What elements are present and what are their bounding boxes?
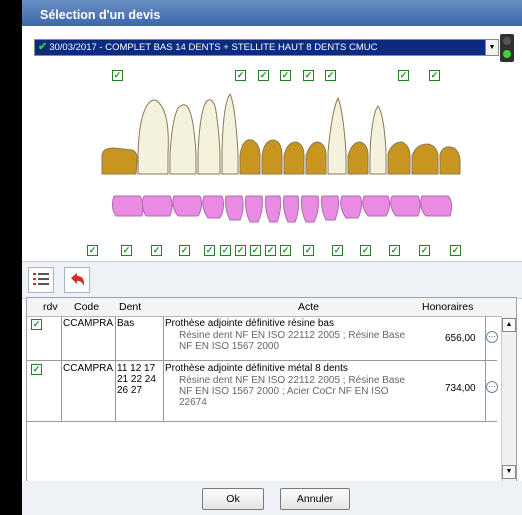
tooth-checkbox-lower-15[interactable]: ✓	[419, 245, 430, 256]
tooth-checkbox-upper-8[interactable]: ✓	[429, 70, 440, 81]
tooth-34	[362, 195, 391, 217]
dialog-footer: Ok Annuler	[22, 481, 522, 515]
tooth-checkbox-lower-11[interactable]: ✓	[303, 245, 314, 256]
row-honoraires: 734,00	[445, 383, 476, 394]
tooth-checkbox-lower-2[interactable]: ✓	[121, 245, 132, 256]
tooth-checkbox-lower-5[interactable]: ✓	[204, 245, 215, 256]
more-options-icon[interactable]: ···	[486, 381, 498, 393]
tooth-33	[340, 195, 363, 219]
tooth-25	[387, 141, 411, 175]
tooth-11	[283, 141, 305, 175]
tooth-checkbox-lower-10[interactable]: ✓	[280, 245, 291, 256]
devis-select[interactable]: ✔ 30/03/2017 - COMPLET BAS 14 DENTS + STE…	[34, 39, 486, 56]
table-row[interactable]: ✓ CCAMPRA Bas Prothèse adjointe définiti…	[27, 316, 498, 361]
tooth-43	[245, 195, 263, 223]
dialog-body: ✔ 30/03/2017 - COMPLET BAS 14 DENTS + STE…	[22, 26, 522, 515]
check-icon: ✔	[38, 41, 48, 53]
vertical-scrollbar[interactable]: ▲ ▼	[501, 316, 516, 481]
table-row[interactable]: ✓ CCAMPRA 11 12 17 21 22 24 26 27 Prothè…	[27, 361, 498, 422]
tooth-46	[172, 195, 203, 217]
acts-table: rdv Code Dent Acte Honoraires ✓ CCAMPRA …	[26, 297, 517, 482]
table-header: rdv Code Dent Acte Honoraires	[27, 298, 516, 317]
devis-select-value: 30/03/2017 - COMPLET BAS 14 DENTS + STEL…	[49, 42, 378, 53]
tooth-15	[197, 99, 221, 175]
tooth-31	[301, 195, 319, 223]
dropdown-arrow-button[interactable]: ▼	[485, 39, 499, 56]
tooth-23	[347, 141, 369, 175]
upper-jaw	[101, 93, 461, 175]
list-button[interactable]	[28, 267, 54, 293]
undo-button[interactable]	[64, 267, 90, 293]
tooth-checkbox-lower-8[interactable]: ✓	[250, 245, 261, 256]
tooth-14	[221, 93, 239, 175]
tooth-44	[225, 195, 244, 221]
row-honoraires: 656,00	[445, 333, 476, 344]
header-honoraires: Honoraires	[422, 301, 474, 313]
tooth-checkbox-lower-3[interactable]: ✓	[151, 245, 162, 256]
tooth-17	[137, 99, 169, 175]
tooth-22	[327, 96, 347, 175]
undo-arrow-icon	[71, 273, 85, 286]
scroll-down-button[interactable]: ▼	[502, 465, 516, 479]
header-code: Code	[74, 301, 100, 313]
tooth-12	[261, 139, 283, 175]
row-acte-title: Prothèse adjointe définitive résine bas	[165, 318, 334, 329]
tooth-checkbox-lower-12[interactable]: ✓	[332, 245, 343, 256]
tooth-18	[101, 147, 138, 175]
header-dent: Dent	[119, 301, 142, 313]
toolbar	[22, 261, 522, 299]
tooth-35	[390, 195, 421, 217]
tooth-21	[305, 141, 327, 175]
tooth-16	[169, 104, 197, 175]
header-rdv: rdv	[43, 301, 58, 313]
background-strip	[0, 0, 22, 515]
tooth-48	[111, 195, 144, 217]
tooth-checkbox-lower-1[interactable]: ✓	[87, 245, 98, 256]
list-icon	[33, 273, 49, 285]
row-acte-title: Prothèse adjointe définitive métal 8 den…	[165, 363, 348, 374]
tooth-checkbox-lower-13[interactable]: ✓	[360, 245, 371, 256]
tooth-checkbox-lower-6[interactable]: ✓	[220, 245, 231, 256]
tooth-24	[369, 105, 387, 175]
tooth-41	[283, 195, 300, 223]
tooth-13	[239, 139, 261, 175]
scroll-up-button[interactable]: ▲	[502, 318, 516, 332]
tooth-checkbox-lower-4[interactable]: ✓	[179, 245, 190, 256]
title-bar: Sélection d'un devis	[22, 0, 522, 26]
tooth-checkbox-upper-5[interactable]: ✓	[303, 70, 314, 81]
tooth-36	[420, 195, 453, 217]
row-code: CCAMPRA	[63, 363, 114, 374]
tooth-27	[439, 146, 461, 175]
tooth-checkbox-upper-7[interactable]: ✓	[398, 70, 409, 81]
tooth-checkbox-lower-16[interactable]: ✓	[450, 245, 461, 256]
tooth-checkbox-lower-9[interactable]: ✓	[265, 245, 276, 256]
dental-chart[interactable]	[82, 92, 462, 267]
row-checkbox[interactable]: ✓	[31, 364, 42, 375]
tooth-checkbox-upper-4[interactable]: ✓	[280, 70, 291, 81]
row-code: CCAMPRA	[63, 318, 114, 329]
tooth-26	[411, 143, 439, 175]
tooth-checkbox-upper-6[interactable]: ✓	[325, 70, 336, 81]
row-acte-detail: Résine dent NF EN ISO 22112 2005 ; Résin…	[179, 330, 406, 352]
header-acte: Acte	[298, 301, 320, 313]
traffic-light-icon	[500, 34, 514, 62]
tooth-42	[265, 195, 282, 223]
tooth-checkbox-upper-1[interactable]: ✓	[112, 70, 123, 81]
row-dent: 11 12 17 21 22 24 26 27	[117, 363, 156, 396]
tooth-47	[141, 195, 173, 217]
tooth-checkbox-lower-7[interactable]: ✓	[235, 245, 246, 256]
window-title: Sélection d'un devis	[40, 8, 161, 22]
ok-button[interactable]: Ok	[202, 488, 264, 510]
row-dent: Bas	[117, 318, 135, 329]
tooth-checkbox-upper-3[interactable]: ✓	[258, 70, 269, 81]
row-acte-detail: Résine dent NF EN ISO 22112 2005 ; Résin…	[179, 375, 406, 408]
tooth-checkbox-lower-14[interactable]: ✓	[389, 245, 400, 256]
cancel-button[interactable]: Annuler	[280, 488, 350, 510]
tooth-checkbox-upper-2[interactable]: ✓	[235, 70, 246, 81]
row-checkbox[interactable]: ✓	[31, 319, 42, 330]
tooth-32	[321, 195, 340, 221]
more-options-icon[interactable]: ···	[486, 331, 498, 343]
tooth-45	[202, 195, 225, 219]
lower-jaw	[111, 195, 453, 223]
